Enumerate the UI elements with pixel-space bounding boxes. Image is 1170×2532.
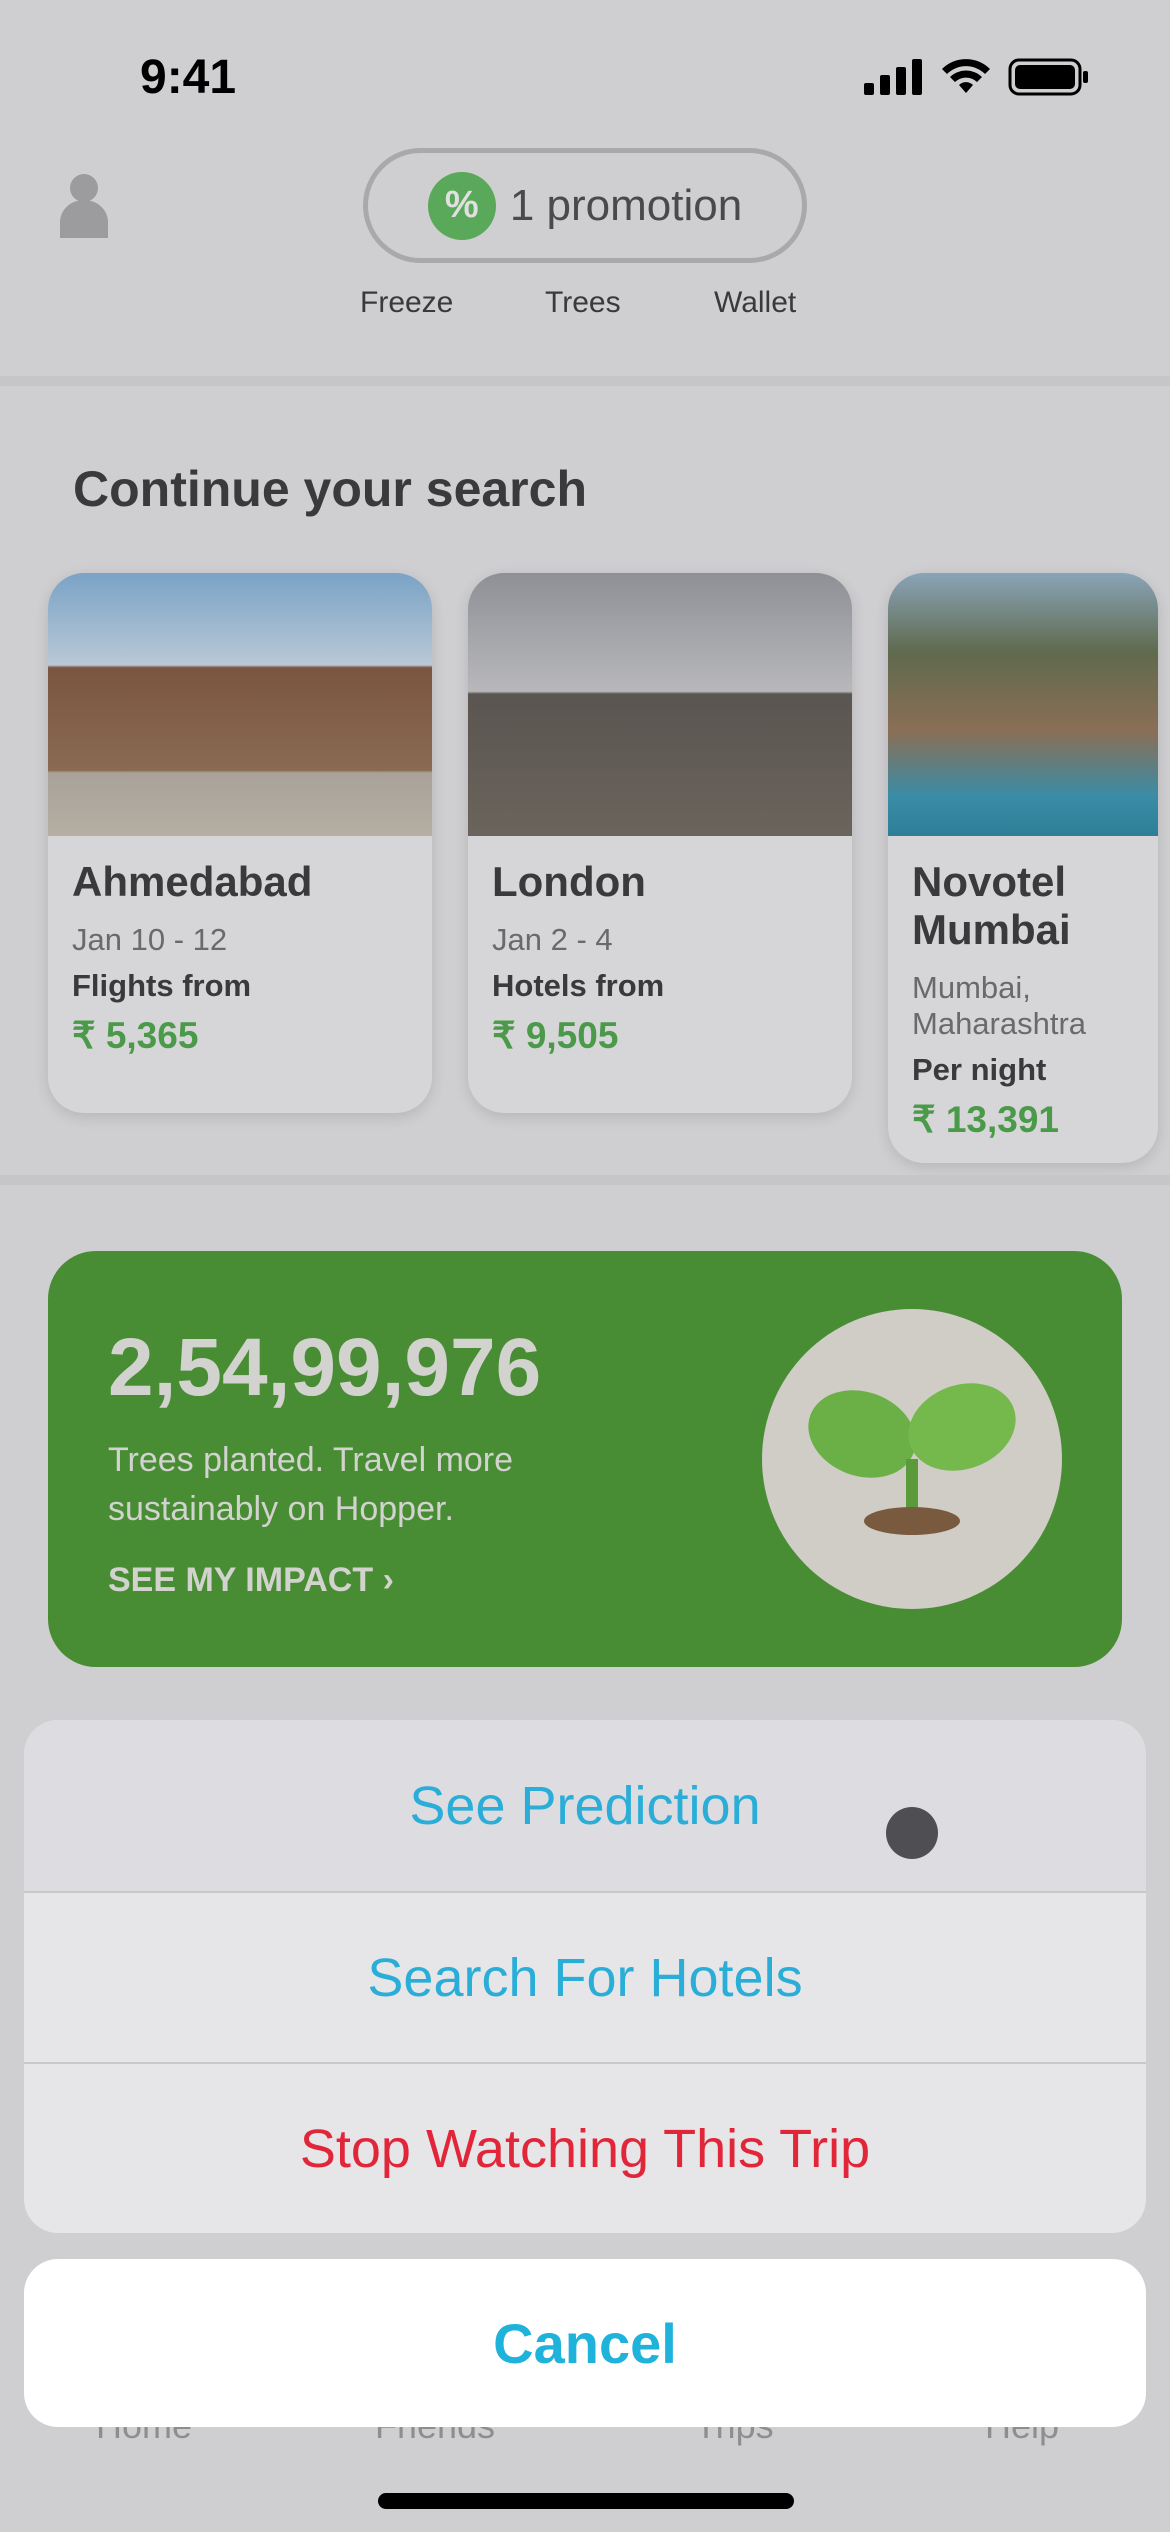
stop-watching-button[interactable]: Stop Watching This Trip [24, 2062, 1146, 2233]
battery-icon [1008, 58, 1088, 96]
ahmedabad-image [48, 573, 432, 836]
home-indicator[interactable] [378, 2493, 794, 2509]
sprout-icon [762, 1309, 1062, 1609]
card-price: ₹ 9,505 [492, 1015, 619, 1056]
divider [0, 1175, 1170, 1185]
profile-icon[interactable] [58, 172, 110, 240]
card-price: ₹ 5,365 [72, 1015, 199, 1056]
trees-link[interactable]: Trees [545, 286, 621, 320]
see-prediction-button[interactable]: See Prediction [24, 1720, 1146, 1891]
search-hotels-button[interactable]: Search For Hotels [24, 1891, 1146, 2062]
action-sheet: See Prediction Search For Hotels Stop Wa… [24, 1720, 1146, 2233]
card-label: Flights from [72, 968, 252, 1003]
search-card[interactable]: Ahmedabad Jan 10 - 12 Flights from ₹ 5,365 [48, 573, 432, 1113]
signal-icon [864, 59, 922, 95]
wifi-icon [942, 59, 990, 93]
london-image [468, 573, 852, 836]
freeze-link[interactable]: Freeze [360, 286, 453, 320]
trees-text: Trees planted. Travel more sustainably o… [108, 1441, 514, 1528]
status-time: 9:41 [140, 51, 237, 104]
section-title: Continue your search [73, 461, 587, 517]
see-impact-label: SEE MY IMPACT [108, 1561, 374, 1599]
trees-banner[interactable]: 2,54,99,976 Trees planted. Travel more s… [48, 1251, 1122, 1667]
trees-count: 2,54,99,976 [108, 1322, 542, 1413]
wallet-link[interactable]: Wallet [714, 286, 796, 320]
card-dates: Jan 2 - 4 [492, 922, 613, 957]
card-label: Per night [912, 1052, 1047, 1087]
touch-indicator [886, 1807, 938, 1859]
promotion-label: 1 promotion [509, 180, 743, 230]
card-label: Hotels from [492, 968, 665, 1003]
divider [0, 376, 1170, 386]
card-dates: Mumbai, Maharashtra [912, 970, 1087, 1041]
novotel-image [888, 573, 1158, 836]
card-title: Ahmedabad [72, 858, 313, 905]
card-title: Novotel Mumbai [912, 858, 1071, 953]
card-price: ₹ 13,391 [912, 1099, 1059, 1140]
promotion-button[interactable]: % 1 promotion [363, 148, 807, 263]
card-title: London [492, 858, 646, 905]
discount-badge-icon: % [427, 171, 496, 240]
chevron-right-icon: › [382, 1561, 394, 1599]
cancel-button[interactable]: Cancel [24, 2259, 1146, 2427]
status-icons [864, 58, 1090, 96]
search-card[interactable]: Novotel Mumbai Mumbai, Maharashtra Per nig… [888, 573, 1158, 1163]
see-impact-link[interactable]: SEE MY IMPACT › [108, 1561, 394, 1600]
card-dates: Jan 10 - 12 [72, 922, 228, 957]
search-card[interactable]: London Jan 2 - 4 Hotels from ₹ 9,505 [468, 573, 852, 1113]
